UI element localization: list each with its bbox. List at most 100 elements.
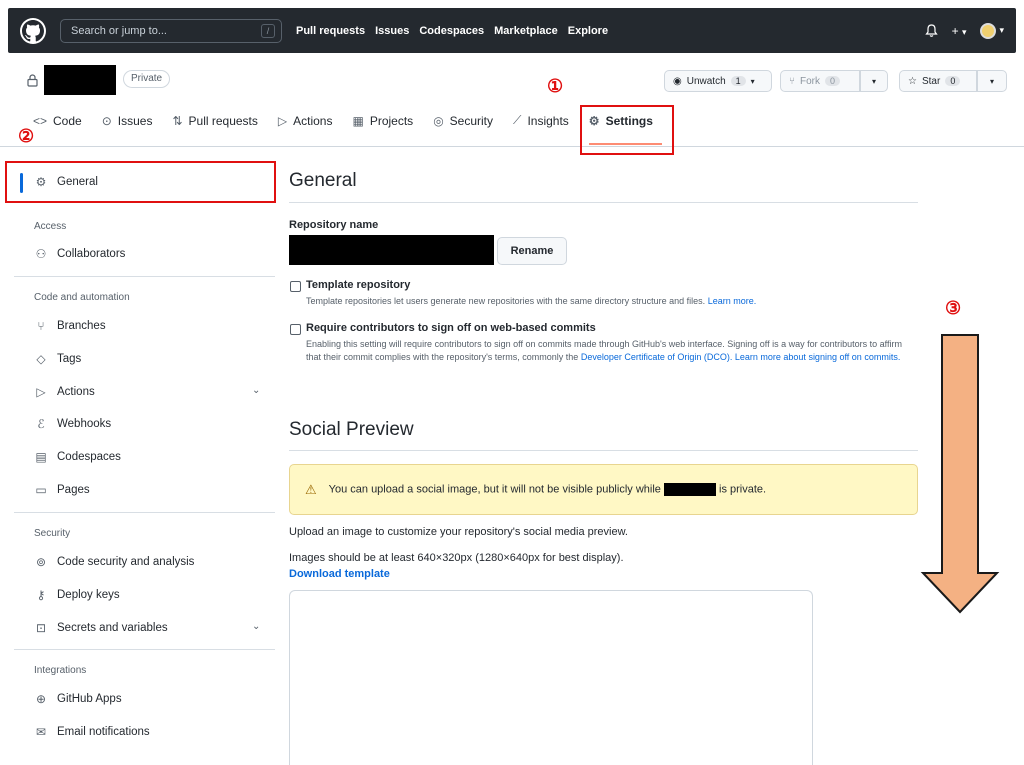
sidebar-item-branches[interactable]: ⑂ Branches [34, 319, 105, 333]
tab-label: Code [53, 113, 82, 128]
fork-icon: ⑂ [789, 75, 795, 87]
star-button[interactable]: ☆ Star 0 [899, 70, 977, 92]
sidebar-item-pages[interactable]: ▭ Pages [34, 483, 90, 497]
nav-explore[interactable]: Explore [568, 25, 608, 37]
sidebar-item-label: Codespaces [57, 451, 121, 463]
template-repo-checkbox[interactable] [290, 281, 301, 292]
codescan-icon: ⊚ [35, 555, 47, 569]
unwatch-button[interactable]: ◉ Unwatch 1 ▾ [664, 70, 772, 92]
sidebar-item-deploy-keys[interactable]: ⚷ Deploy keys [34, 588, 120, 602]
shield-icon: ◎ [433, 113, 444, 128]
webhook-icon: ℰ [37, 417, 45, 431]
fork-button[interactable]: ⑂ Fork 0 [780, 70, 860, 92]
sidebar-item-label: General [57, 176, 98, 188]
chevron-down-icon[interactable]: ⌄ [252, 621, 260, 632]
lock-icon [27, 74, 38, 87]
signoff-title: Require contributors to sign off on web-… [306, 322, 596, 334]
sidebar-item-collaborators[interactable]: ⚇ Collaborators [34, 247, 126, 261]
search-shortcut-key: / [261, 23, 275, 38]
warning-text-start: You can upload a social image, but it wi… [328, 483, 661, 496]
avatar [980, 22, 997, 39]
sidebar-item-general[interactable]: ⚙ General [34, 175, 98, 189]
sidebar-item-label: Code security and analysis [57, 556, 195, 568]
tab-label: Pull requests [188, 113, 258, 128]
tab-label: Projects [369, 113, 414, 128]
title-divider [289, 202, 918, 203]
codespaces-icon: ▤ [35, 450, 47, 464]
bell-icon[interactable] [924, 23, 938, 38]
user-menu[interactable]: ▾ [980, 22, 1004, 39]
annotation-number-1: ① [547, 76, 564, 97]
chevron-down-icon[interactable]: ⌄ [252, 385, 260, 396]
apps-icon: ⊕ [35, 692, 47, 706]
page-title: General [289, 170, 357, 191]
tab-code[interactable]: <> Code [33, 113, 82, 128]
sidebar-item-email-notifications[interactable]: ✉ Email notifications [34, 725, 150, 739]
rename-button[interactable]: Rename [497, 237, 567, 265]
header-actions: + ▾ ▾ [924, 22, 1004, 39]
mail-icon: ✉ [35, 725, 47, 739]
top-header: Search or jump to... / Pull requests Iss… [8, 8, 1016, 53]
sidebar-item-webhooks[interactable]: ℰ Webhooks [34, 417, 111, 431]
chevron-down-icon: ▾ [750, 76, 755, 86]
github-logo-icon[interactable] [20, 17, 46, 44]
tab-actions[interactable]: ▷ Actions [278, 113, 333, 128]
signoff-description: Enabling this setting will require contr… [306, 338, 906, 364]
code-icon: <> [33, 113, 48, 128]
tab-projects[interactable]: ▦ Projects [352, 113, 413, 128]
star-dropdown-button[interactable]: ▾ [977, 70, 1007, 92]
play-icon: ▷ [277, 113, 288, 128]
nav-issues[interactable]: Issues [375, 25, 409, 37]
template-repo-title: Template repository [306, 279, 411, 291]
key-icon: ⚷ [36, 588, 46, 602]
template-repo-description: Template repositories let users generate… [306, 295, 906, 308]
sidebar-heading-code-automation: Code and automation [34, 292, 130, 303]
sidebar-divider [14, 276, 275, 277]
signoff-learn-more-link[interactable]: Learn more about signing off on commits. [735, 352, 900, 362]
sidebar-item-actions[interactable]: ▷ Actions [34, 385, 94, 399]
tab-label: Insights [527, 113, 569, 128]
alert-icon: ⚠ [305, 481, 317, 497]
pull-request-icon: ⇅ [172, 113, 183, 128]
sidebar-item-label: Secrets and variables [57, 622, 168, 634]
tab-security[interactable]: ◎ Security [433, 113, 493, 128]
signoff-checkbox[interactable] [290, 324, 301, 335]
warning-text: You can upload a social image, but it wi… [329, 483, 766, 496]
tab-label: Security [449, 113, 494, 128]
download-template-link[interactable]: Download template [289, 568, 390, 580]
plus-icon: + [951, 23, 959, 38]
fork-dropdown-button[interactable]: ▾ [860, 70, 888, 92]
visibility-badge: Private [123, 70, 171, 88]
sidebar-item-code-security[interactable]: ⊚ Code security and analysis [34, 555, 194, 569]
nav-marketplace[interactable]: Marketplace [494, 25, 558, 37]
chevron-down-icon: ▾ [871, 76, 876, 86]
gear-icon: ⚙ [35, 175, 47, 189]
sidebar-item-tags[interactable]: ◇ Tags [34, 352, 81, 366]
create-new-button[interactable]: + ▾ [952, 24, 967, 38]
issue-icon: ⊙ [101, 113, 112, 128]
dco-link[interactable]: Developer Certificate of Origin (DCO). [581, 352, 733, 362]
tab-pull-requests[interactable]: ⇅ Pull requests [172, 113, 257, 128]
selected-indicator [20, 173, 23, 193]
tab-insights[interactable]: ⟋ Insights [513, 113, 569, 128]
sidebar-divider [14, 649, 275, 650]
star-count: 0 [945, 76, 961, 86]
social-preview-image-area[interactable] [289, 590, 813, 765]
repo-name-input[interactable] [289, 235, 494, 265]
sidebar-item-label: Deploy keys [57, 589, 120, 601]
tab-label: Issues [117, 113, 153, 128]
repo-name-label: Repository name [289, 219, 379, 231]
unwatch-label: Unwatch [686, 75, 726, 87]
sidebar-item-codespaces[interactable]: ▤ Codespaces [34, 450, 121, 464]
learn-more-link[interactable]: Learn more. [708, 296, 757, 306]
nav-codespaces[interactable]: Codespaces [419, 25, 484, 37]
sidebar-item-label: Webhooks [57, 418, 112, 430]
fork-label: Fork [800, 75, 820, 87]
sidebar-item-label: Pages [57, 484, 90, 496]
sidebar-item-github-apps[interactable]: ⊕ GitHub Apps [34, 692, 122, 706]
nav-pull-requests[interactable]: Pull requests [296, 25, 365, 37]
tab-issues[interactable]: ⊙ Issues [102, 113, 153, 128]
watch-count: 1 [730, 76, 746, 86]
sidebar-item-secrets[interactable]: ⊡ Secrets and variables [34, 621, 168, 635]
search-input[interactable]: Search or jump to... / [60, 18, 282, 43]
